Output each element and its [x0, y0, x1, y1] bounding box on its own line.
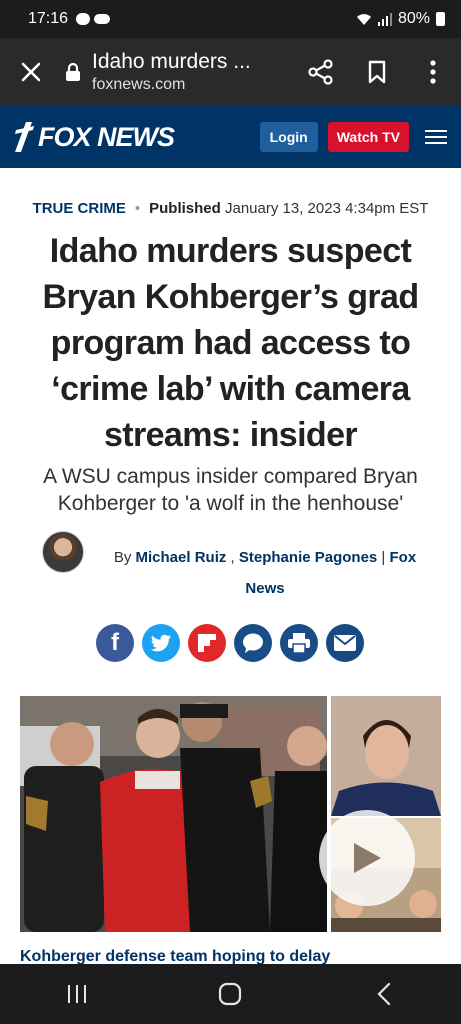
share-bar: f: [96, 624, 364, 662]
video-thumbnail-portrait[interactable]: [331, 696, 441, 816]
play-video-button[interactable]: [319, 810, 415, 906]
facebook-icon: f: [111, 629, 119, 656]
recents-icon: [67, 985, 86, 1003]
share-facebook-button[interactable]: f: [96, 624, 134, 662]
watch-tv-button[interactable]: Watch TV: [327, 122, 409, 152]
site-header: FOX NEWS Login Watch TV: [0, 106, 461, 168]
flipboard-icon: [198, 634, 216, 652]
notification-icons: [76, 13, 111, 25]
back-button[interactable]: [354, 983, 414, 1005]
message-icon: [76, 13, 91, 25]
signal-icon: [377, 12, 392, 26]
article-headline: Idaho murders suspect Bryan Kohberger’s …: [42, 232, 419, 454]
article-meta: TRUE CRIME • Published January 13, 2023 4:…: [0, 200, 461, 217]
recents-button[interactable]: [47, 984, 107, 1004]
play-icon: [354, 843, 381, 873]
by-label: By: [113, 549, 132, 566]
portrait-photo: [331, 696, 441, 816]
status-time: 17:16: [28, 10, 69, 27]
close-tab-button[interactable]: [0, 62, 62, 82]
image-caption[interactable]: Kohberger defense team hoping to delay: [20, 948, 441, 964]
comment-icon: [243, 633, 263, 653]
byline-text: By Michael Ruiz , Stephanie Pagones | Fo…: [100, 542, 430, 604]
cloud-icon: [94, 14, 111, 24]
email-button[interactable]: [326, 624, 364, 662]
email-icon: [334, 635, 356, 651]
url-bar[interactable]: Idaho murders ... foxnews.com: [84, 50, 293, 94]
fox-news-logo[interactable]: FOX NEWS: [14, 121, 175, 153]
back-icon: [377, 983, 391, 1005]
share-flipboard-button[interactable]: [188, 624, 226, 662]
published-label: Published: [149, 200, 221, 217]
category-link[interactable]: TRUE CRIME: [33, 200, 126, 217]
menu-icon[interactable]: [425, 130, 447, 144]
bookmark-button[interactable]: [349, 60, 405, 84]
android-nav-bar: [0, 964, 461, 1024]
author-link-stephanie-pagones[interactable]: Stephanie Pagones: [239, 549, 377, 566]
meta-separator: •: [134, 200, 141, 217]
share-icon: [308, 59, 333, 85]
published-date: January 13, 2023 4:34pm EST: [225, 200, 429, 217]
twitter-icon: [150, 634, 171, 652]
author-avatar[interactable]: [42, 531, 84, 573]
article-subhead: A WSU campus insider compared Bryan Kohb…: [43, 465, 418, 515]
home-button[interactable]: [200, 982, 260, 1006]
logo-text: FOX NEWS: [38, 121, 175, 152]
more-options-button[interactable]: [405, 60, 461, 84]
share-twitter-button[interactable]: [142, 624, 180, 662]
author-separator: ,: [226, 549, 239, 566]
close-icon: [21, 62, 41, 82]
browser-toolbar: Idaho murders ... foxnews.com: [0, 38, 461, 106]
hero-image[interactable]: [20, 696, 327, 932]
page-title: Idaho murders ...: [92, 50, 251, 73]
status-right: 80%: [356, 10, 445, 28]
battery-percent: 80%: [397, 10, 430, 27]
login-button[interactable]: Login: [259, 122, 318, 152]
print-icon: [288, 633, 310, 653]
author-link-michael-ruiz[interactable]: Michael Ruiz: [136, 549, 227, 566]
wifi-icon: [356, 13, 371, 25]
home-icon: [219, 982, 242, 1006]
page-domain: foxnews.com: [92, 76, 186, 93]
share-button[interactable]: [293, 59, 349, 85]
bookmark-icon: [368, 60, 386, 84]
print-button[interactable]: [280, 624, 318, 662]
outlet-separator: |: [377, 549, 390, 566]
screen: 17:16 80% Idaho murders ... foxnews.com: [0, 0, 461, 1024]
comments-button[interactable]: [234, 624, 272, 662]
battery-icon: [436, 12, 445, 26]
fox-slash-icon: [15, 122, 34, 152]
hero-photo: [20, 696, 327, 932]
lock-icon[interactable]: [62, 62, 84, 82]
status-bar: 17:16 80%: [0, 0, 461, 38]
more-icon: [430, 60, 436, 84]
